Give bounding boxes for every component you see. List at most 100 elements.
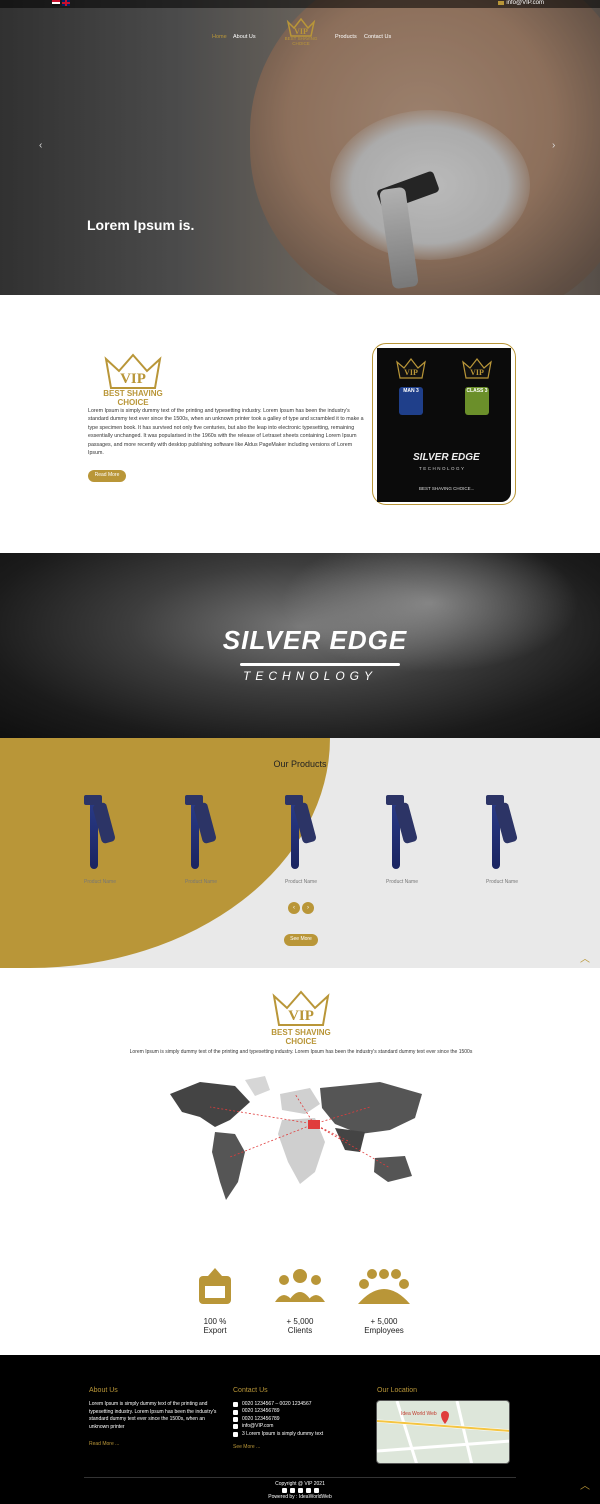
footer-divider	[84, 1477, 516, 1478]
product-packaging-image: VIP MAN 3 VIP CLASS 3 SILVER EDGE TECHNO…	[377, 348, 511, 502]
export-logo: VIP BEST SHAVING CHOICE	[256, 990, 346, 1046]
footer-read-more-link[interactable]: Read More ...	[89, 1441, 119, 1447]
stat-employees: + 5,000 Employees	[344, 1266, 424, 1335]
main-nav: Home About Us VIP BEST SHAVING CHOICE Pr…	[0, 18, 600, 48]
scroll-top-chevron-icon[interactable]: ︿	[580, 1477, 590, 1492]
about-section: VIP BEST SHAVING CHOICE Lorem Ipsum is s…	[0, 295, 600, 553]
stat-export: 100 % Export	[175, 1266, 255, 1335]
nav-home[interactable]: Home	[212, 34, 227, 40]
google-map-embed[interactable]: Idea World Web	[376, 1400, 510, 1464]
scroll-top-chevron-icon[interactable]: ︿	[580, 950, 590, 965]
nav-products[interactable]: Products	[335, 34, 357, 40]
crown-logo-icon: VIP	[272, 990, 330, 1026]
envelope-icon	[498, 1, 505, 5]
card-subtitle: TECHNOLOGY	[419, 466, 466, 471]
clients-group-icon	[275, 1269, 325, 1302]
whatsapp-icon	[233, 1417, 238, 1423]
crown-logo-icon: VIP	[396, 358, 426, 379]
product-item[interactable]: Product Name	[171, 795, 231, 885]
crown-logo-icon: VIP	[286, 18, 316, 37]
stat-export-value: 100 %	[203, 1317, 227, 1326]
product-item[interactable]: Product Name	[70, 795, 130, 885]
nav-about[interactable]: About Us	[233, 34, 256, 40]
contact-mobile[interactable]: 0020 123456789	[233, 1408, 373, 1415]
silver-edge-subtitle: TECHNOLOGY	[242, 669, 377, 683]
copyright-block: Copyright @ VIP 2021 Powered by : IdeaWo…	[0, 1480, 600, 1501]
nav-contact[interactable]: Contact Us	[364, 34, 391, 40]
footer-see-more-link[interactable]: See More ...	[233, 1444, 260, 1450]
about-logo: VIP BEST SHAVING CHOICE	[88, 353, 178, 407]
top-email-text: info@VIP.com	[506, 0, 544, 6]
pack-class3: VIP CLASS 3	[455, 358, 499, 428]
world-map-image	[170, 1076, 422, 1200]
product-item[interactable]: Product Name	[271, 795, 331, 885]
hero-title: Lorem Ipsum is.	[87, 217, 195, 233]
svg-text:VIP: VIP	[120, 371, 146, 387]
product-name: Product Name	[84, 879, 116, 885]
crown-logo-icon: VIP	[462, 358, 492, 379]
products-next-button[interactable]: ›	[302, 902, 314, 914]
footer-location-title: Our Location	[377, 1387, 418, 1394]
copyright-text: Copyright @ VIP 2021	[275, 1481, 325, 1487]
pack-class3-label: CLASS 3	[465, 387, 489, 415]
flag-uk-icon[interactable]	[62, 0, 70, 6]
map-place-label: Idea World Web	[401, 1411, 437, 1417]
products-prev-button[interactable]: ‹	[288, 902, 300, 914]
pack-man3: VIP MAN 3	[389, 358, 433, 428]
crown-logo-icon: VIP	[104, 353, 162, 389]
card-tagline: BEST SHAVING CHOICE...	[419, 486, 475, 491]
pack-man3-label: MAN 3	[399, 387, 423, 415]
see-more-button[interactable]: See More	[284, 934, 318, 946]
top-email-link[interactable]: info@VIP.com	[498, 0, 544, 6]
product-name: Product Name	[185, 879, 217, 885]
export-text: Lorem Ipsum is simply dummy text of the …	[129, 1049, 473, 1055]
svg-text:VIP: VIP	[294, 27, 308, 36]
stat-clients: + 5,000 Clients	[260, 1266, 340, 1335]
about-tagline: BEST SHAVING CHOICE	[103, 389, 163, 407]
stat-clients-label: Clients	[287, 1326, 313, 1335]
slider-next-arrow-icon[interactable]: ›	[552, 140, 555, 151]
footer-about-title: About Us	[89, 1387, 118, 1394]
product-item[interactable]: Product Name	[372, 795, 432, 885]
svg-text:VIP: VIP	[404, 368, 418, 377]
export-section: VIP BEST SHAVING CHOICE Lorem Ipsum is s…	[0, 968, 600, 1355]
product-name: Product Name	[285, 879, 317, 885]
product-name: Product Name	[486, 879, 518, 885]
contact-mobile-text: 0020 123456789	[242, 1408, 280, 1415]
contact-phone-text: 0020 1234567 – 0020 1234567	[242, 1401, 312, 1407]
silver-edge-title: SILVER EDGE	[222, 625, 408, 655]
product-item[interactable]: Product Name	[472, 795, 532, 885]
read-more-button[interactable]: Read More	[88, 470, 126, 482]
product-name: Product Name	[386, 879, 418, 885]
card-title: SILVER EDGE	[413, 452, 480, 463]
export-tagline: BEST SHAVING CHOICE	[271, 1028, 331, 1046]
stat-clients-value: + 5,000	[286, 1317, 314, 1326]
contact-phone[interactable]: 0020 1234567 – 0020 1234567	[233, 1401, 373, 1408]
contact-whatsapp[interactable]: 0020 123456789	[233, 1416, 373, 1423]
contact-address: 3 Lorem Ipsum is simply dummy text	[233, 1431, 373, 1438]
map-pin-icon	[441, 1411, 449, 1424]
svg-text:VIP: VIP	[288, 1008, 314, 1024]
top-bar: info@VIP.com	[0, 0, 600, 8]
footer-contact-title: Contact Us	[233, 1387, 268, 1394]
products-section: Our Products Product Name Product Name P…	[0, 738, 600, 968]
map-pin-icon	[233, 1431, 238, 1437]
stat-export-label: Export	[203, 1326, 227, 1335]
footer: About Us Lorem Ipsum is simply dummy tex…	[0, 1355, 600, 1504]
map-roads: Idea World Web	[377, 1401, 509, 1463]
stat-employees-value: + 5,000	[370, 1317, 398, 1326]
slider-prev-arrow-icon[interactable]: ‹	[39, 140, 42, 151]
contact-email-text: info@VIP.com	[242, 1423, 274, 1430]
silver-edge-banner: SILVER EDGE TECHNOLOGY	[0, 553, 600, 738]
envelope-icon	[233, 1424, 238, 1430]
products-heading: Our Products	[273, 759, 327, 769]
contact-email[interactable]: info@VIP.com	[233, 1423, 373, 1430]
flag-egypt-icon[interactable]	[52, 0, 60, 6]
about-text: Lorem Ipsum is simply dummy text of the …	[88, 408, 364, 457]
contact-address-text: 3 Lorem Ipsum is simply dummy text	[242, 1430, 324, 1437]
contact-list: 0020 1234567 – 0020 1234567 0020 1234567…	[233, 1401, 373, 1438]
footer-about-text: Lorem Ipsum is simply dummy text of the …	[89, 1401, 217, 1430]
language-switcher	[52, 0, 70, 6]
phone-icon	[233, 1402, 238, 1408]
nav-logo[interactable]: VIP BEST SHAVING CHOICE	[276, 18, 326, 46]
